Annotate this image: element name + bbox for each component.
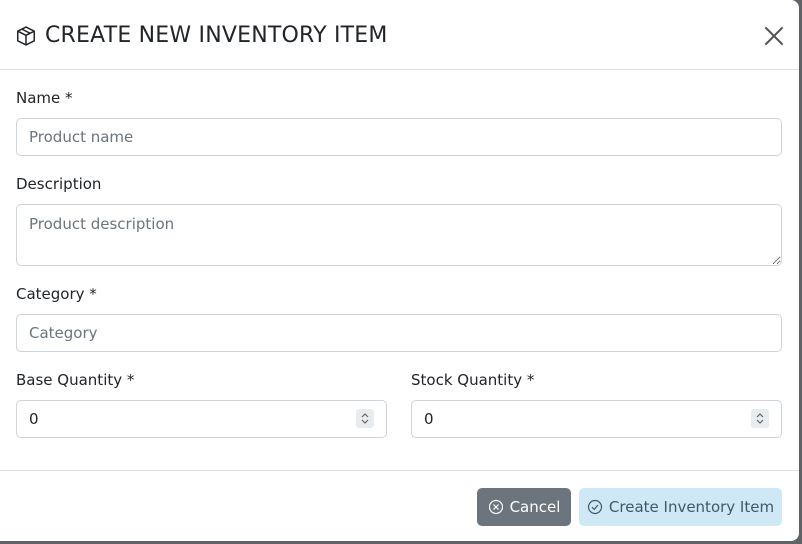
box-icon <box>15 25 37 47</box>
description-label: Description <box>16 175 102 193</box>
cancel-button[interactable]: Cancel <box>477 488 571 526</box>
name-label: Name * <box>16 89 73 107</box>
name-input[interactable] <box>16 118 782 156</box>
description-textarea[interactable] <box>16 204 782 266</box>
close-icon[interactable] <box>759 21 789 51</box>
base-quantity-input[interactable] <box>16 400 387 438</box>
x-circle-icon <box>488 499 503 515</box>
stock-quantity-field <box>411 400 782 438</box>
modal-header: CREATE NEW INVENTORY ITEM <box>0 0 799 70</box>
stepper-icon <box>756 413 764 424</box>
create-inventory-item-button[interactable]: Create Inventory Item <box>579 488 782 526</box>
stock-quantity-label: Stock Quantity * <box>411 371 535 389</box>
check-circle-icon <box>587 499 603 515</box>
base-quantity-stepper[interactable] <box>356 409 374 428</box>
create-label: Create Inventory Item <box>608 498 775 516</box>
stepper-icon <box>361 413 369 424</box>
modal-footer: Cancel Create Inventory Item <box>0 470 799 541</box>
modal-title: CREATE NEW INVENTORY ITEM <box>45 23 388 48</box>
cancel-label: Cancel <box>509 498 561 516</box>
category-input[interactable] <box>16 314 782 352</box>
category-label: Category * <box>16 285 97 303</box>
base-quantity-field <box>16 400 387 438</box>
stock-quantity-stepper[interactable] <box>751 409 769 428</box>
close-button[interactable] <box>759 21 789 51</box>
stock-quantity-input[interactable] <box>411 400 782 438</box>
base-quantity-label: Base Quantity * <box>16 371 135 389</box>
create-inventory-modal: CREATE NEW INVENTORY ITEM Name * Descrip… <box>0 0 799 541</box>
